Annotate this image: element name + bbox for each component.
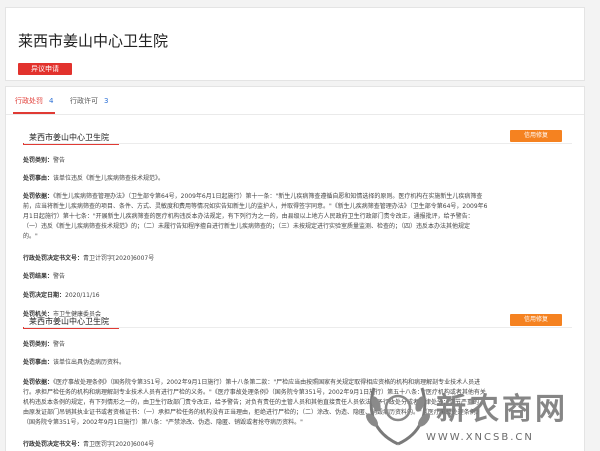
decision-date-row: 处罚决定日期：2020/11/16: [23, 291, 563, 301]
punish-content-row: 处罚事由：该单位出具伪造病历资料。: [23, 358, 563, 368]
credit-repair-button[interactable]: 信用修复: [510, 130, 562, 142]
doc-no-row: 行政处罚决定书文号：青卫计罚字[2020]6007号: [23, 254, 563, 264]
field-value: 警告: [53, 341, 66, 348]
field-value: 青卫计罚字[2020]6007号: [83, 255, 155, 262]
field-label: 行政处罚决定书文号：: [23, 441, 84, 448]
record-header: 莱西市姜山中心卫生院 信用修复: [23, 313, 572, 331]
field-value: 警告: [53, 273, 66, 280]
basis-line: 《新生儿疾病筛查管理办法》（卫生部令第64号，2009年6月1日起施行）第十一条…: [53, 193, 483, 200]
basis-line: 月1日起施行）第十七条："开展新生儿疾病筛查的医疗机构违反本办法规定，有下列行为…: [23, 213, 474, 220]
field-value: 警告: [53, 157, 66, 164]
field-label: 处罚事由：: [23, 359, 54, 366]
field-value: 2020/11/16: [65, 292, 100, 299]
doc-no-row: 行政处罚决定书文号：青卫医罚字[2020]6004号: [23, 440, 563, 450]
field-label: 处罚依据：: [23, 379, 54, 386]
record-entity-name: 莱西市姜山中心卫生院: [23, 133, 119, 145]
basis-line: （一）违反《新生儿疾病筛查技术规范》的；（二）未履行告知程序擅自进行新生儿疾病筛…: [23, 223, 471, 230]
basis-line: 前，应当将新生儿疾病筛查的项目、条件、方式、灵敏度和费用等情况如实告知新生儿的监…: [23, 203, 488, 210]
basis-line: （国务院令第351号，2002年9月1日施行）第八条："严禁涂改、伪造、隐匿、销…: [23, 419, 303, 426]
punish-type-row: 处罚类别：警告: [23, 340, 563, 350]
basis-line: 机构违反本条例的规定，有下列情形之一的，由卫生行政部门责令改正，给予警告；对负有…: [23, 399, 486, 406]
divider: [24, 327, 572, 328]
page-title: 莱西市姜山中心卫生院: [18, 32, 169, 50]
field-value: 该单位违反《新生儿疾病筛查技术规范》。: [53, 175, 165, 182]
basis-line: 《医疗事故处理条例》（国务院令第351号，2002年9月1日施行）第十八条第二款…: [53, 379, 481, 386]
credit-repair-button[interactable]: 信用修复: [510, 314, 562, 326]
tab-administrative-penalty[interactable]: 行政处罚 4: [12, 96, 56, 114]
field-value: 该单位出具伪造病历资料。: [53, 359, 126, 366]
punish-basis-row: 处罚依据：《医疗事故处理条例》（国务院令第351号，2002年9月1日施行）第十…: [23, 378, 563, 428]
tab-label: 行政许可: [70, 97, 98, 105]
field-label: 处罚结果：: [23, 273, 54, 280]
punish-content-row: 处罚事由：该单位违反《新生儿疾病筛查技术规范》。: [23, 174, 563, 184]
basis-line: 的。": [23, 233, 38, 240]
field-value: 青卫医罚字[2020]6004号: [83, 441, 155, 448]
record-entity-name: 莱西市姜山中心卫生院: [23, 317, 119, 329]
basis-line: 由原发证部门吊销其执业证书或者资格证书：（一）承担尸检任务的机构没有正当理由，拒…: [23, 409, 482, 416]
record-header: 莱西市姜山中心卫生院 信用修复: [23, 129, 572, 147]
tab-bar: 行政处罚 4 行政许可 3: [6, 87, 584, 115]
tab-count: 4: [49, 97, 54, 105]
field-label: 处罚类别：: [23, 157, 54, 164]
field-label: 处罚决定日期：: [23, 292, 66, 299]
field-label: 处罚依据：: [23, 193, 54, 200]
result-row: 处罚结果：警告: [23, 272, 563, 282]
punish-basis-row: 处罚依据：《新生儿疾病筛查管理办法》（卫生部令第64号，2009年6月1日起施行…: [23, 192, 563, 242]
objection-button[interactable]: 异议申请: [18, 63, 72, 75]
divider: [24, 143, 572, 144]
field-label: 处罚类别：: [23, 341, 54, 348]
tab-count: 3: [104, 97, 109, 105]
field-label: 行政处罚决定书文号：: [23, 255, 84, 262]
header-card: 莱西市姜山中心卫生院 异议申请: [5, 7, 585, 81]
field-label: 处罚事由：: [23, 175, 54, 182]
penalty-panel: 行政处罚 4 行政许可 3 莱西市姜山中心卫生院 信用修复 处罚类别：警告 处罚事由…: [5, 86, 585, 451]
basis-line: 行。承担尸检任务的机构和病理解剖专业技术人员有进行尸检的义务。"《医疗事故处理条…: [23, 389, 486, 396]
tab-label: 行政处罚: [15, 97, 43, 105]
punish-type-row: 处罚类别：警告: [23, 156, 563, 166]
tab-administrative-license[interactable]: 行政许可 3: [70, 96, 108, 106]
